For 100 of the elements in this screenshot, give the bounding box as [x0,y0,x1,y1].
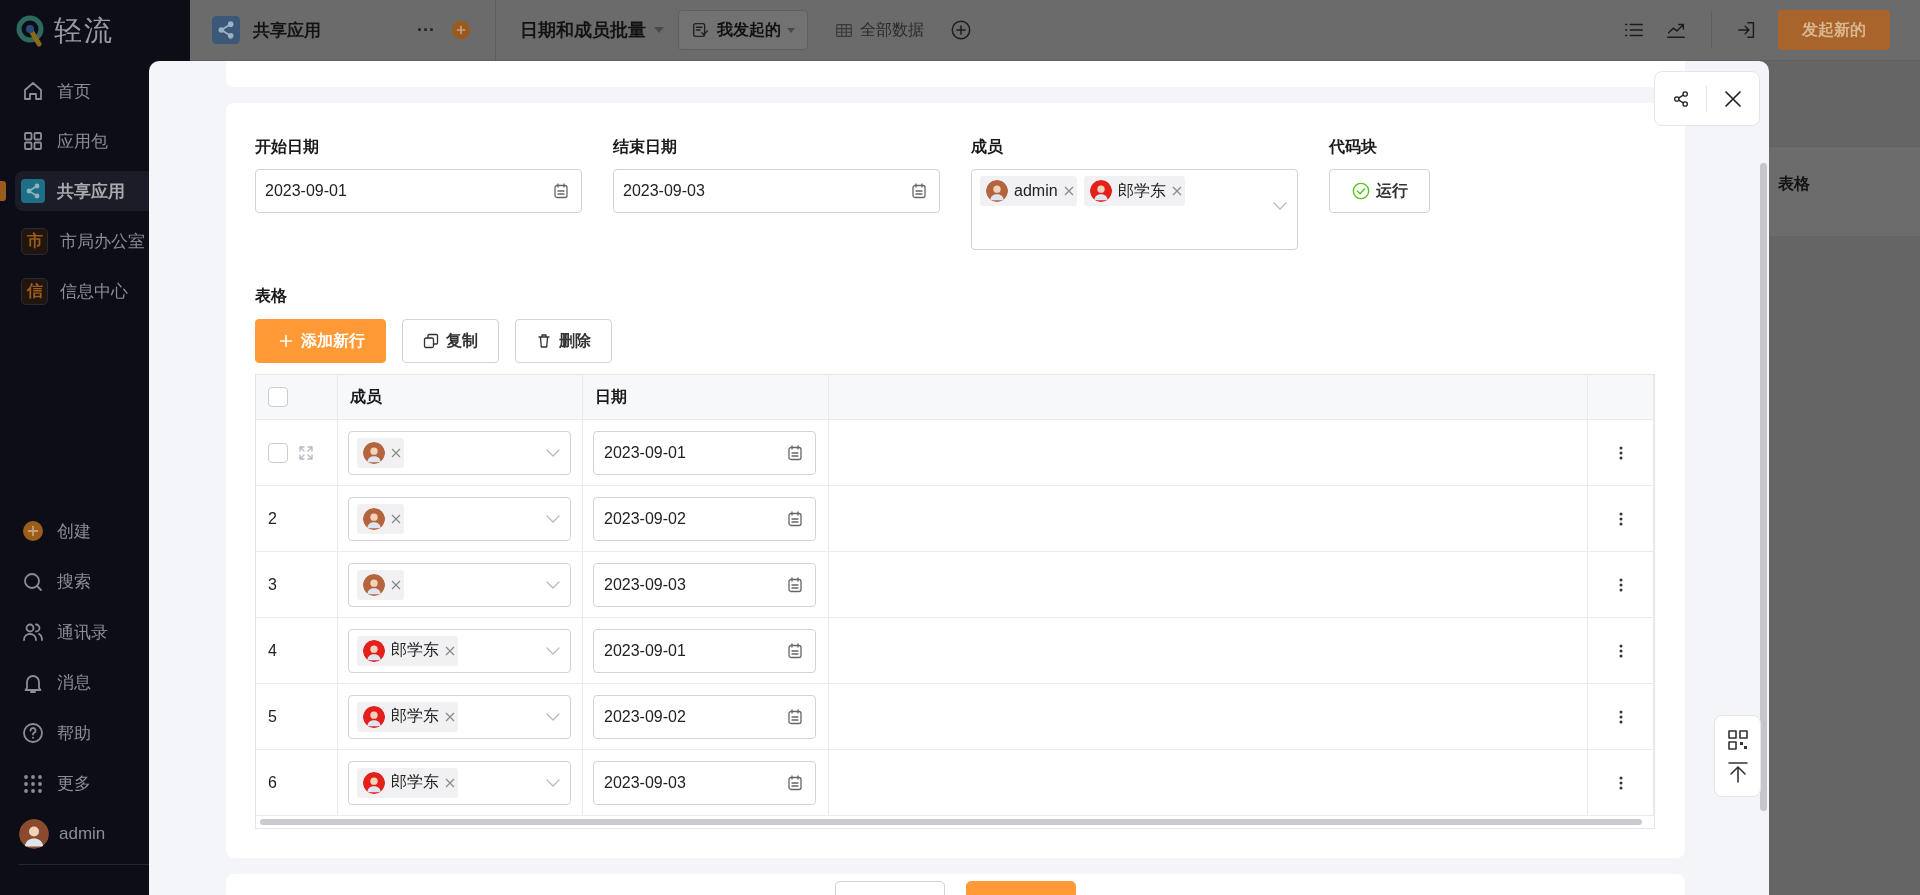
field-label: 代码块 [1329,137,1378,157]
remove-icon[interactable] [1171,186,1182,196]
view-title[interactable]: 日期和成员批量 [520,18,646,42]
remove-icon[interactable] [391,513,401,524]
add-icon [21,519,45,543]
sidebar-item[interactable]: 应用包 [15,121,190,161]
caret-icon[interactable] [546,448,560,457]
app-badge: 信 [21,277,48,305]
caret-icon[interactable] [1273,202,1287,210]
item-label: 市局办公室 [60,230,145,253]
calendar-icon[interactable] [787,444,803,461]
remove-icon[interactable] [1063,186,1074,196]
member-select[interactable] [348,562,571,607]
date-field[interactable]: 2023-09-01 [255,169,582,213]
app-title: 共享应用 [253,19,321,42]
sidebar-item[interactable]: 信 信息中心 [15,271,190,311]
column-header: 日期 [583,375,829,420]
document-icon [691,20,711,40]
trash-icon [536,333,552,349]
expand-icon[interactable] [298,444,314,461]
caret-icon[interactable] [546,514,560,523]
date-field[interactable]: 2023-09-02 [593,694,816,739]
app-badge: 市 [21,227,48,255]
calendar-icon[interactable] [787,576,803,593]
more-icon[interactable] [1618,444,1623,461]
close-icon[interactable] [1723,88,1744,109]
item-label: 创建 [57,520,91,543]
user-name[interactable]: admin [59,824,106,844]
check-circle-icon [1351,182,1370,200]
date-field[interactable]: 2023-09-03 [613,169,940,213]
sidebar-item[interactable]: 帮助 [15,713,190,753]
more-icon[interactable] [1618,510,1623,527]
selection-marker [0,181,6,201]
more-icon[interactable] [1618,708,1623,725]
logo-text: 轻流 [54,13,114,48]
caret-icon[interactable] [546,778,560,787]
caret-icon[interactable] [546,580,560,589]
date-field[interactable]: 2023-09-01 [593,430,816,475]
row-number: 6 [256,750,338,816]
calendar-icon[interactable] [787,642,803,659]
member-select[interactable]: 郎学东 [348,628,571,673]
member-name: 郎学东 [391,640,439,660]
scrollbar[interactable] [260,819,1642,825]
date-field[interactable]: 2023-09-03 [593,562,816,607]
row-number: 4 [256,618,338,684]
delete-button[interactable]: 删除 [515,319,612,363]
sidebar-item[interactable]: 通讯录 [15,612,190,652]
sidebar-item[interactable]: 更多 [15,763,190,804]
sidebar-item[interactable]: 创建 [15,511,190,551]
add-icon[interactable] [451,20,471,40]
calendar-icon[interactable] [787,708,803,725]
remove-icon[interactable] [391,579,401,590]
calendar-icon[interactable] [787,774,803,791]
row-number: 2 [256,486,338,552]
checkbox[interactable] [268,387,288,407]
row-number: 5 [256,684,338,750]
member-select[interactable]: 郎学东 [348,760,571,805]
caret-icon[interactable] [546,646,560,655]
sidebar-item[interactable]: 首页 [15,71,190,111]
remove-icon[interactable] [445,645,455,656]
more-icon[interactable] [1618,774,1623,791]
item-label: 通讯录 [57,621,108,644]
scrollbar[interactable] [1760,163,1767,811]
sidebar-item[interactable]: 搜索 [15,561,190,602]
home-icon [21,79,45,103]
remove-icon[interactable] [445,711,455,722]
tab-label: 我发起的 [717,19,781,40]
logo-icon [16,14,44,47]
add-view-icon[interactable] [950,19,972,41]
more-icon[interactable] [1618,576,1623,593]
help-icon [21,721,45,745]
view-tab[interactable]: 我发起的 [678,10,808,50]
item-label: 应用包 [57,130,108,153]
remove-icon[interactable] [445,777,455,788]
date-field[interactable]: 2023-09-03 [593,760,816,805]
member-select[interactable] [348,430,571,475]
sidebar-item[interactable]: 市 市局办公室 [15,221,190,261]
member-name: 郎学东 [391,772,439,792]
caret-icon [787,27,795,33]
copy-button[interactable]: 复制 [402,319,499,363]
grid-icon [21,129,45,153]
member-select[interactable]: 郎学东 [348,694,571,739]
remove-icon[interactable] [391,447,401,458]
field-label: 开始日期 [255,137,320,157]
calendar-icon[interactable] [911,183,927,199]
date-field[interactable]: 2023-09-01 [593,628,816,673]
member-select[interactable]: admin 郎学东 [971,169,1298,250]
caret-icon[interactable] [546,712,560,721]
date-field[interactable]: 2023-09-02 [593,496,816,541]
calendar-icon[interactable] [787,510,803,527]
run-button[interactable]: 运行 [1329,169,1430,213]
more-icon[interactable] [1618,642,1623,659]
qr-code-icon[interactable] [1726,729,1749,751]
sidebar-item[interactable]: 消息 [15,662,190,703]
checkbox[interactable] [268,442,288,463]
back-to-top-icon[interactable] [1726,761,1749,783]
copy-icon [423,333,439,349]
member-select[interactable] [348,496,571,541]
calendar-icon[interactable] [553,183,569,199]
column-header: 表格 [1778,175,1810,192]
